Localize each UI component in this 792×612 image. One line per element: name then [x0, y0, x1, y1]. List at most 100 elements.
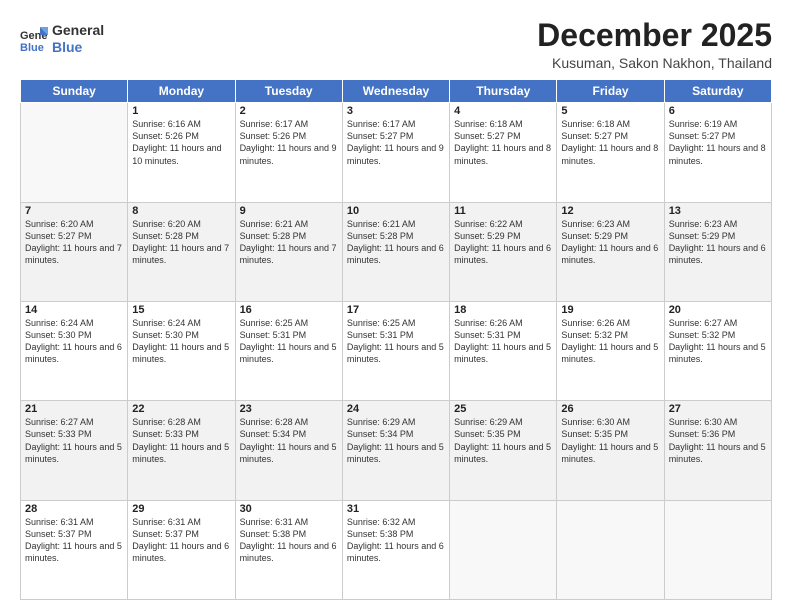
table-row: 25Sunrise: 6:29 AMSunset: 5:35 PMDayligh… — [450, 401, 557, 500]
day-number: 9 — [240, 205, 338, 217]
header: General Blue General Blue December 2025 … — [20, 18, 772, 71]
table-row: 9Sunrise: 6:21 AMSunset: 5:28 PMDaylight… — [235, 202, 342, 301]
table-row: 26Sunrise: 6:30 AMSunset: 5:35 PMDayligh… — [557, 401, 664, 500]
day-number: 12 — [561, 205, 659, 217]
cell-info: Sunrise: 6:24 AMSunset: 5:30 PMDaylight:… — [132, 317, 230, 366]
table-row: 1Sunrise: 6:16 AMSunset: 5:26 PMDaylight… — [128, 103, 235, 202]
cell-info: Sunrise: 6:23 AMSunset: 5:29 PMDaylight:… — [669, 218, 767, 267]
day-number: 24 — [347, 403, 445, 415]
cell-info: Sunrise: 6:22 AMSunset: 5:29 PMDaylight:… — [454, 218, 552, 267]
col-sunday: Sunday — [21, 80, 128, 103]
day-number: 25 — [454, 403, 552, 415]
day-number: 19 — [561, 304, 659, 316]
calendar-page: General Blue General Blue December 2025 … — [0, 0, 792, 612]
cell-info: Sunrise: 6:31 AMSunset: 5:37 PMDaylight:… — [25, 516, 123, 565]
table-row: 20Sunrise: 6:27 AMSunset: 5:32 PMDayligh… — [664, 301, 771, 400]
table-row — [664, 500, 771, 599]
cell-info: Sunrise: 6:23 AMSunset: 5:29 PMDaylight:… — [561, 218, 659, 267]
day-number: 28 — [25, 503, 123, 515]
day-number: 4 — [454, 105, 552, 117]
day-number: 26 — [561, 403, 659, 415]
day-number: 23 — [240, 403, 338, 415]
cell-info: Sunrise: 6:26 AMSunset: 5:32 PMDaylight:… — [561, 317, 659, 366]
cell-info: Sunrise: 6:28 AMSunset: 5:34 PMDaylight:… — [240, 416, 338, 465]
day-number: 8 — [132, 205, 230, 217]
table-row: 18Sunrise: 6:26 AMSunset: 5:31 PMDayligh… — [450, 301, 557, 400]
day-number: 1 — [132, 105, 230, 117]
cell-info: Sunrise: 6:31 AMSunset: 5:37 PMDaylight:… — [132, 516, 230, 565]
day-number: 11 — [454, 205, 552, 217]
cell-info: Sunrise: 6:19 AMSunset: 5:27 PMDaylight:… — [669, 118, 767, 167]
table-row: 4Sunrise: 6:18 AMSunset: 5:27 PMDaylight… — [450, 103, 557, 202]
month-title: December 2025 — [537, 18, 772, 53]
cell-info: Sunrise: 6:17 AMSunset: 5:26 PMDaylight:… — [240, 118, 338, 167]
cell-info: Sunrise: 6:25 AMSunset: 5:31 PMDaylight:… — [240, 317, 338, 366]
calendar-table: Sunday Monday Tuesday Wednesday Thursday… — [20, 79, 772, 600]
table-row: 22Sunrise: 6:28 AMSunset: 5:33 PMDayligh… — [128, 401, 235, 500]
cell-info: Sunrise: 6:18 AMSunset: 5:27 PMDaylight:… — [561, 118, 659, 167]
cell-info: Sunrise: 6:27 AMSunset: 5:33 PMDaylight:… — [25, 416, 123, 465]
table-row: 6Sunrise: 6:19 AMSunset: 5:27 PMDaylight… — [664, 103, 771, 202]
day-number: 15 — [132, 304, 230, 316]
cell-info: Sunrise: 6:28 AMSunset: 5:33 PMDaylight:… — [132, 416, 230, 465]
cell-info: Sunrise: 6:29 AMSunset: 5:34 PMDaylight:… — [347, 416, 445, 465]
table-row: 23Sunrise: 6:28 AMSunset: 5:34 PMDayligh… — [235, 401, 342, 500]
table-row: 21Sunrise: 6:27 AMSunset: 5:33 PMDayligh… — [21, 401, 128, 500]
col-tuesday: Tuesday — [235, 80, 342, 103]
logo-line2: Blue — [52, 39, 104, 56]
day-number: 17 — [347, 304, 445, 316]
table-row: 16Sunrise: 6:25 AMSunset: 5:31 PMDayligh… — [235, 301, 342, 400]
day-number: 5 — [561, 105, 659, 117]
table-row: 13Sunrise: 6:23 AMSunset: 5:29 PMDayligh… — [664, 202, 771, 301]
table-row: 19Sunrise: 6:26 AMSunset: 5:32 PMDayligh… — [557, 301, 664, 400]
table-row: 29Sunrise: 6:31 AMSunset: 5:37 PMDayligh… — [128, 500, 235, 599]
cell-info: Sunrise: 6:16 AMSunset: 5:26 PMDaylight:… — [132, 118, 230, 167]
table-row: 5Sunrise: 6:18 AMSunset: 5:27 PMDaylight… — [557, 103, 664, 202]
logo-icon: General Blue — [20, 25, 48, 53]
cell-info: Sunrise: 6:20 AMSunset: 5:27 PMDaylight:… — [25, 218, 123, 267]
day-number: 10 — [347, 205, 445, 217]
table-row: 17Sunrise: 6:25 AMSunset: 5:31 PMDayligh… — [342, 301, 449, 400]
day-number: 31 — [347, 503, 445, 515]
day-number: 7 — [25, 205, 123, 217]
day-number: 13 — [669, 205, 767, 217]
table-row: 24Sunrise: 6:29 AMSunset: 5:34 PMDayligh… — [342, 401, 449, 500]
table-row: 31Sunrise: 6:32 AMSunset: 5:38 PMDayligh… — [342, 500, 449, 599]
title-block: December 2025 Kusuman, Sakon Nakhon, Tha… — [537, 18, 772, 71]
cell-info: Sunrise: 6:17 AMSunset: 5:27 PMDaylight:… — [347, 118, 445, 167]
day-number: 30 — [240, 503, 338, 515]
cell-info: Sunrise: 6:26 AMSunset: 5:31 PMDaylight:… — [454, 317, 552, 366]
table-row: 11Sunrise: 6:22 AMSunset: 5:29 PMDayligh… — [450, 202, 557, 301]
day-number: 16 — [240, 304, 338, 316]
col-monday: Monday — [128, 80, 235, 103]
table-row: 3Sunrise: 6:17 AMSunset: 5:27 PMDaylight… — [342, 103, 449, 202]
logo: General Blue General Blue — [20, 22, 104, 56]
col-thursday: Thursday — [450, 80, 557, 103]
cell-info: Sunrise: 6:30 AMSunset: 5:35 PMDaylight:… — [561, 416, 659, 465]
cell-info: Sunrise: 6:18 AMSunset: 5:27 PMDaylight:… — [454, 118, 552, 167]
day-number: 21 — [25, 403, 123, 415]
day-number: 3 — [347, 105, 445, 117]
table-row: 14Sunrise: 6:24 AMSunset: 5:30 PMDayligh… — [21, 301, 128, 400]
day-number: 29 — [132, 503, 230, 515]
col-friday: Friday — [557, 80, 664, 103]
day-number: 6 — [669, 105, 767, 117]
table-row: 28Sunrise: 6:31 AMSunset: 5:37 PMDayligh… — [21, 500, 128, 599]
calendar-header-row: Sunday Monday Tuesday Wednesday Thursday… — [21, 80, 772, 103]
table-row: 2Sunrise: 6:17 AMSunset: 5:26 PMDaylight… — [235, 103, 342, 202]
day-number: 27 — [669, 403, 767, 415]
location: Kusuman, Sakon Nakhon, Thailand — [537, 55, 772, 71]
table-row: 7Sunrise: 6:20 AMSunset: 5:27 PMDaylight… — [21, 202, 128, 301]
cell-info: Sunrise: 6:21 AMSunset: 5:28 PMDaylight:… — [240, 218, 338, 267]
col-wednesday: Wednesday — [342, 80, 449, 103]
cell-info: Sunrise: 6:25 AMSunset: 5:31 PMDaylight:… — [347, 317, 445, 366]
table-row: 10Sunrise: 6:21 AMSunset: 5:28 PMDayligh… — [342, 202, 449, 301]
table-row — [450, 500, 557, 599]
cell-info: Sunrise: 6:30 AMSunset: 5:36 PMDaylight:… — [669, 416, 767, 465]
cell-info: Sunrise: 6:31 AMSunset: 5:38 PMDaylight:… — [240, 516, 338, 565]
day-number: 22 — [132, 403, 230, 415]
day-number: 18 — [454, 304, 552, 316]
table-row — [557, 500, 664, 599]
day-number: 2 — [240, 105, 338, 117]
cell-info: Sunrise: 6:24 AMSunset: 5:30 PMDaylight:… — [25, 317, 123, 366]
